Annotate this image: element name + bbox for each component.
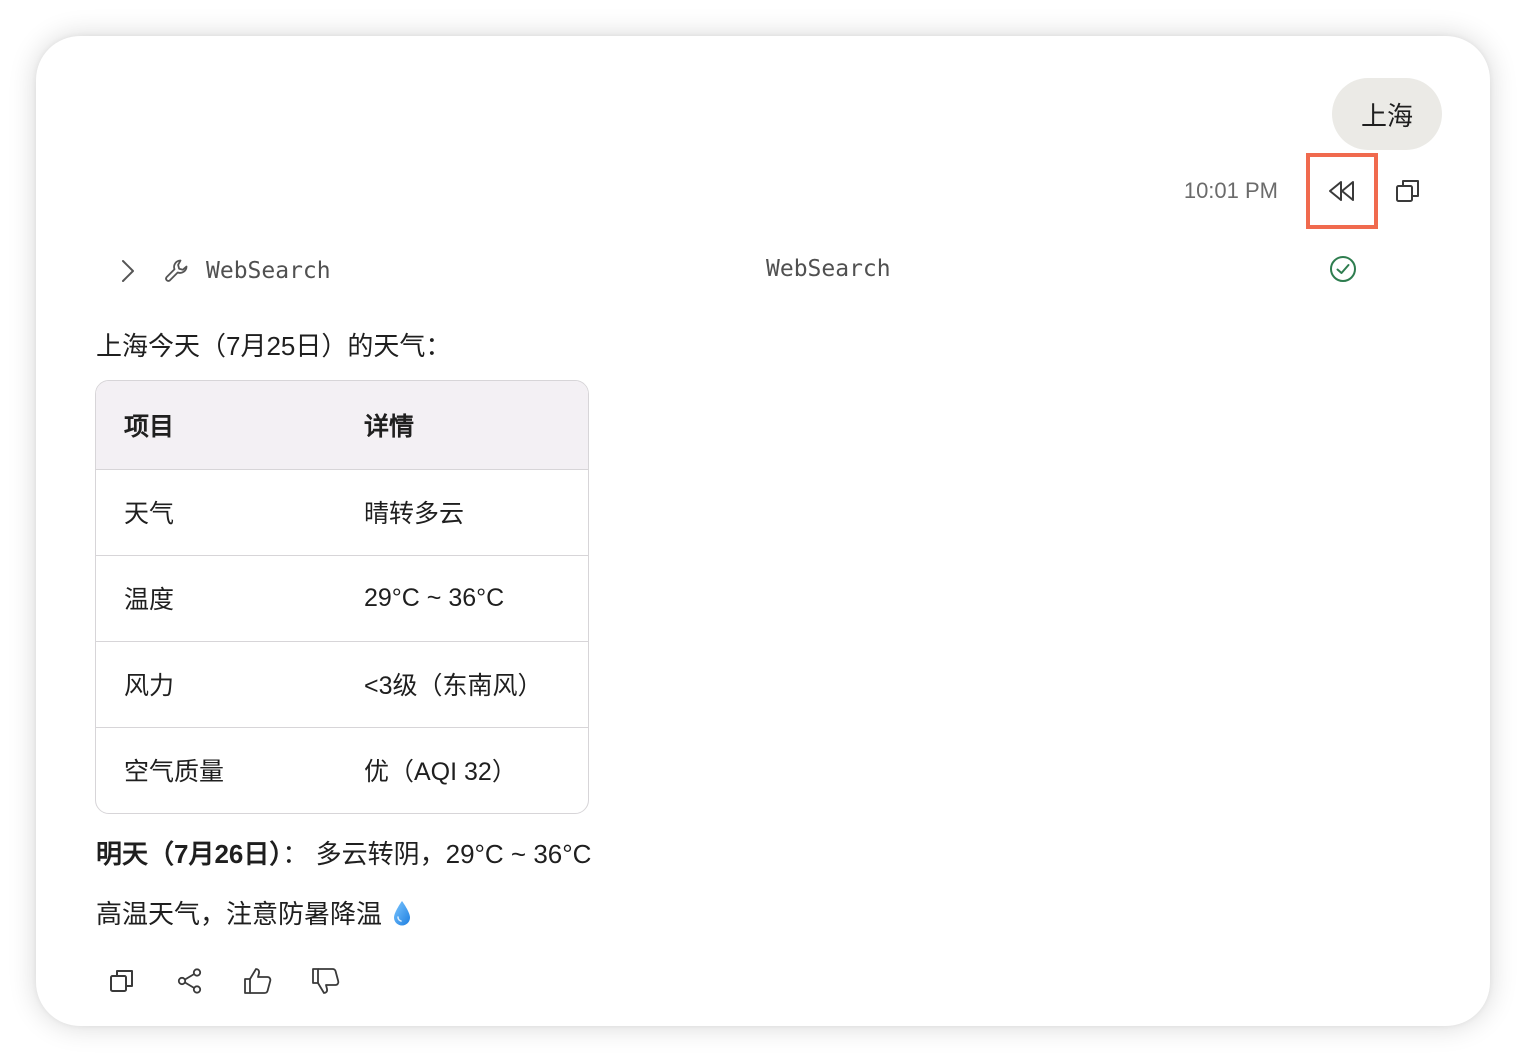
copy-reply-button[interactable] bbox=[102, 961, 142, 1001]
table-cell: 空气质量 bbox=[124, 758, 225, 787]
weather-advice: 高温天气，注意防暑降温 bbox=[96, 894, 412, 931]
weather-table: 项目 详情 天气 晴转多云 温度 29°C ~ 36°C 风力 <3级（东南风） bbox=[95, 380, 589, 814]
table-cell: 天气 bbox=[96, 469, 336, 556]
copy-icon bbox=[110, 970, 133, 992]
tool-name: WebSearch bbox=[206, 258, 331, 284]
advice-text: 高温天气，注意防暑降温 bbox=[96, 899, 383, 929]
table-row: 风力 <3级（东南风） bbox=[96, 641, 588, 728]
reply-intro: 上海今天（7月25日）的天气： bbox=[96, 331, 452, 361]
message-timestamp: 10:01 PM bbox=[1183, 178, 1278, 203]
check-circle-icon bbox=[1328, 254, 1360, 286]
droplet-icon bbox=[392, 899, 412, 927]
thumbs-up-icon bbox=[244, 968, 272, 994]
tomorrow-label: 明天（7月26日） bbox=[96, 839, 283, 869]
table-cell: 29°C ~ 36°C bbox=[336, 555, 588, 642]
copy-message-button[interactable] bbox=[1388, 168, 1428, 214]
table-header-cell: 详情 bbox=[336, 381, 588, 470]
message-meta-row: 10:01 PM bbox=[1183, 153, 1428, 229]
tomorrow-text: ： 多云转阴，29°C ~ 36°C bbox=[282, 839, 592, 869]
tomorrow-forecast: 明天（7月26日）： 多云转阴，29°C ~ 36°C bbox=[96, 834, 591, 871]
table-cell: 优（AQI 32） bbox=[364, 758, 517, 787]
wrench-icon bbox=[160, 254, 194, 288]
chevron-right-icon bbox=[122, 260, 134, 282]
tool-title: WebSearch bbox=[766, 256, 891, 282]
tool-call-row[interactable]: WebSearch WebSearch bbox=[110, 250, 1380, 292]
table-cell: 风力 bbox=[96, 641, 336, 728]
table-row: 天气 晴转多云 bbox=[96, 469, 588, 556]
table-cell: <3级（东南风） bbox=[336, 641, 588, 728]
table-cell: 晴转多云 bbox=[336, 469, 588, 556]
table-row: 空气质量 优（AQI 32） bbox=[96, 727, 588, 813]
copy-icon bbox=[1396, 180, 1419, 202]
table-row: 温度 29°C ~ 36°C bbox=[96, 555, 588, 642]
tool-expand-button[interactable] bbox=[110, 253, 146, 289]
table-header-row: 项目 详情 bbox=[96, 381, 588, 470]
user-message-text: 上海 bbox=[1360, 100, 1413, 131]
user-message-bubble: 上海 bbox=[1331, 78, 1442, 150]
chat-card: 上海 10:01 PM WebSearch WebSearch 上海今天（7月2… bbox=[36, 36, 1490, 1026]
thumbs-down-button[interactable] bbox=[306, 961, 346, 1001]
share-button[interactable] bbox=[170, 961, 210, 1001]
reply-actions bbox=[102, 961, 374, 1001]
share-icon bbox=[177, 968, 202, 994]
thumbs-up-button[interactable] bbox=[238, 961, 278, 1001]
thumbs-down-icon bbox=[312, 968, 340, 994]
rewind-icon bbox=[1329, 181, 1354, 201]
table-header-cell: 项目 bbox=[96, 381, 336, 470]
rewind-button[interactable] bbox=[1306, 153, 1378, 229]
table-cell: 温度 bbox=[96, 555, 336, 642]
